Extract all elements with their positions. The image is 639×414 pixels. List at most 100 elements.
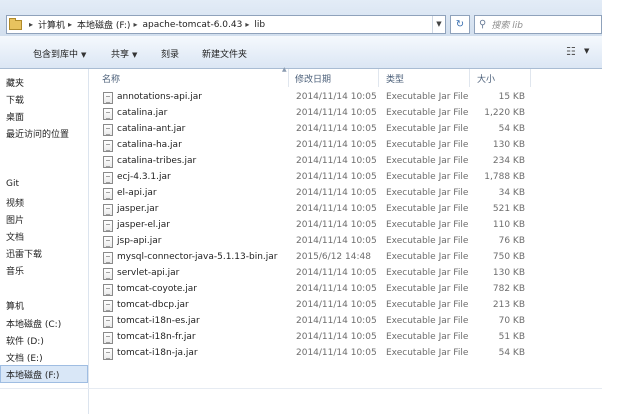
chevron-right-icon[interactable]: ▸ (29, 20, 33, 29)
file-type: Executable Jar File (386, 156, 469, 166)
nav-item-drive-e[interactable]: 文档 (E:) (6, 351, 43, 364)
file-date: 2014/11/14 10:05 (296, 204, 377, 214)
file-date: 2014/11/14 10:05 (296, 92, 377, 102)
burn-button[interactable]: 刻录 (161, 47, 179, 60)
column-divider[interactable] (378, 69, 379, 87)
file-date: 2014/11/14 10:05 (296, 284, 377, 294)
jar-file-icon (103, 156, 113, 168)
chevron-right-icon[interactable]: ▸ (245, 20, 249, 29)
file-type: Executable Jar File (386, 316, 469, 326)
refresh-button[interactable]: ↻ (450, 15, 470, 34)
file-date: 2014/11/14 10:05 (296, 316, 377, 326)
file-name: tomcat-i18n-es.jar (117, 316, 200, 326)
file-date: 2014/11/14 10:05 (296, 140, 377, 150)
file-date: 2014/11/14 10:05 (296, 220, 377, 230)
file-type: Executable Jar File (386, 268, 469, 278)
nav-item-desktop[interactable]: 桌面 (6, 110, 24, 123)
search-icon: ⚲ (479, 19, 487, 30)
folder-icon (9, 17, 22, 30)
file-row[interactable]: annotations-api.jar 2014/11/14 10:05 Execu… (89, 90, 602, 106)
include-in-library-button[interactable]: 包含到库中 ▼ (33, 47, 86, 60)
file-size: 76 KB (498, 236, 525, 246)
column-header-type[interactable]: 类型 (386, 72, 404, 85)
nav-item-pictures[interactable]: 图片 (6, 213, 24, 226)
nav-item-drive-f[interactable]: 本地磁盘 (F:) (6, 368, 59, 381)
file-row[interactable]: tomcat-dbcp.jar 2014/11/14 10:05 Executabl… (89, 298, 602, 314)
file-name: tomcat-i18n-fr.jar (117, 332, 196, 342)
nav-item-favorites[interactable]: 藏夹 (6, 76, 24, 89)
breadcrumb-drive-f[interactable]: 本地磁盘 (F:) (77, 18, 130, 31)
file-name: tomcat-coyote.jar (117, 284, 197, 294)
refresh-icon: ↻ (455, 19, 465, 30)
file-name: mysql-connector-java-5.1.13-bin.jar (117, 252, 278, 262)
file-row[interactable]: tomcat-i18n-es.jar 2014/11/14 10:05 Execut… (89, 314, 602, 330)
file-row[interactable]: catalina-ha.jar 2014/11/14 10:05 Executabl… (89, 138, 602, 154)
file-name: catalina-tribes.jar (117, 156, 197, 166)
share-button[interactable]: 共享 ▼ (111, 47, 137, 60)
file-row[interactable]: jasper-el.jar 2014/11/14 10:05 Executable … (89, 218, 602, 234)
nav-item-downloads[interactable]: 下载 (6, 93, 24, 106)
new-folder-button[interactable]: 新建文件夹 (202, 47, 247, 60)
nav-item-drive-d[interactable]: 软件 (D:) (6, 334, 44, 347)
address-toolbar: ▸ 计算机 ▸ 本地磁盘 (F:) ▸ apache-tomcat-6.0.43… (0, 0, 602, 36)
nav-item-xunlei[interactable]: 迅雷下载 (6, 247, 42, 260)
file-row[interactable]: catalina.jar 2014/11/14 10:05 Executable J… (89, 106, 602, 122)
file-type: Executable Jar File (386, 252, 469, 262)
column-header-name[interactable]: 名称 (102, 72, 120, 85)
address-bar[interactable]: ▸ 计算机 ▸ 本地磁盘 (F:) ▸ apache-tomcat-6.0.43… (6, 15, 446, 34)
file-row[interactable]: tomcat-coyote.jar 2014/11/14 10:05 Executa… (89, 282, 602, 298)
file-row[interactable]: tomcat-i18n-ja.jar 2014/11/14 10:05 Execut… (89, 346, 602, 362)
nav-item-computer[interactable]: 算机 (6, 299, 24, 312)
file-size: 15 KB (498, 92, 525, 102)
column-divider[interactable] (530, 69, 531, 87)
jar-file-icon (103, 188, 113, 200)
file-row[interactable]: catalina-ant.jar 2014/11/14 10:05 Executab… (89, 122, 602, 138)
jar-file-icon (103, 284, 113, 296)
file-row[interactable]: tomcat-i18n-fr.jar 2014/11/14 10:05 Execut… (89, 330, 602, 346)
file-type: Executable Jar File (386, 284, 469, 294)
file-name: servlet-api.jar (117, 268, 180, 278)
nav-item-drive-c[interactable]: 本地磁盘 (C:) (6, 317, 61, 330)
file-date: 2014/11/14 10:05 (296, 268, 377, 278)
file-row[interactable]: el-api.jar 2014/11/14 10:05 Executable Jar… (89, 186, 602, 202)
file-name: jasper.jar (117, 204, 159, 214)
column-header-date[interactable]: 修改日期 (295, 72, 331, 85)
file-size: 750 KB (492, 252, 525, 262)
view-options-icon[interactable]: ☷ (566, 45, 576, 58)
file-type: Executable Jar File (386, 332, 469, 342)
nav-item-git[interactable]: Git (6, 179, 19, 189)
search-input[interactable]: ⚲ 搜索 lib (474, 15, 602, 34)
file-size: 521 KB (492, 204, 525, 214)
file-row[interactable]: servlet-api.jar 2014/11/14 10:05 Executabl… (89, 266, 602, 282)
jar-file-icon (103, 140, 113, 152)
nav-item-documents[interactable]: 文档 (6, 230, 24, 243)
file-row[interactable]: jasper.jar 2014/11/14 10:05 Executable Jar… (89, 202, 602, 218)
nav-item-recent[interactable]: 最近访问的位置 (6, 127, 69, 140)
chevron-down-icon[interactable]: ▼ (584, 47, 589, 55)
file-name: tomcat-i18n-ja.jar (117, 348, 198, 358)
column-header-size[interactable]: 大小 (477, 72, 495, 85)
file-name: catalina-ant.jar (117, 124, 186, 134)
breadcrumb-tomcat[interactable]: apache-tomcat-6.0.43 (142, 20, 242, 30)
file-name: jsp-api.jar (117, 236, 162, 246)
column-divider[interactable] (288, 69, 289, 87)
file-row[interactable]: jsp-api.jar 2014/11/14 10:05 Executable Ja… (89, 234, 602, 250)
file-type: Executable Jar File (386, 300, 469, 310)
file-size: 1,220 KB (484, 108, 525, 118)
breadcrumb-computer[interactable]: 计算机 (38, 18, 65, 31)
file-name: tomcat-dbcp.jar (117, 300, 189, 310)
column-divider[interactable] (469, 69, 470, 87)
breadcrumb-lib[interactable]: lib (254, 20, 265, 30)
nav-item-music[interactable]: 音乐 (6, 264, 24, 277)
file-row[interactable]: mysql-connector-java-5.1.13-bin.jar 2015/… (89, 250, 602, 266)
chevron-down-icon: ▼ (132, 51, 138, 59)
file-row[interactable]: ecj-4.3.1.jar 2014/11/14 10:05 Executable … (89, 170, 602, 186)
file-row[interactable]: catalina-tribes.jar 2014/11/14 10:05 Execu… (89, 154, 602, 170)
navigation-pane: 藏夹 下载 桌面 最近访问的位置 Git 视频 图片 文档 迅雷下载 音乐 算机… (0, 69, 89, 414)
window-margin (602, 0, 639, 414)
file-size: 51 KB (498, 332, 525, 342)
nav-item-videos[interactable]: 视频 (6, 196, 24, 209)
address-dropdown-icon[interactable]: ▼ (432, 16, 445, 33)
chevron-right-icon[interactable]: ▸ (68, 20, 72, 29)
chevron-right-icon[interactable]: ▸ (133, 20, 137, 29)
